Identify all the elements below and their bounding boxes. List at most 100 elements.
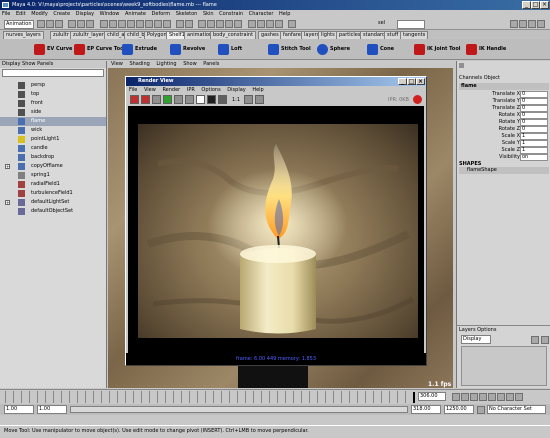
mask-render-icon[interactable] bbox=[154, 20, 162, 28]
menu-help[interactable]: Help bbox=[279, 11, 290, 17]
outliner-item-selected[interactable]: flame bbox=[0, 117, 106, 126]
outliner-item[interactable]: defaultObjectSet bbox=[0, 207, 106, 216]
toggle-channel-box-icon[interactable] bbox=[510, 20, 518, 28]
toggle-tool-settings-icon[interactable] bbox=[528, 20, 536, 28]
step-back-key-icon[interactable] bbox=[470, 393, 478, 401]
save-scene-icon[interactable] bbox=[55, 20, 63, 28]
render-region-icon[interactable] bbox=[141, 95, 150, 104]
keep-image-icon[interactable] bbox=[218, 95, 227, 104]
rv-menu-help[interactable]: Help bbox=[252, 87, 263, 93]
outliner-item[interactable]: persp bbox=[0, 81, 106, 90]
channel-name[interactable]: Rotate Y bbox=[499, 119, 520, 126]
menu-character[interactable]: Character bbox=[249, 11, 274, 17]
object-menu[interactable]: Object bbox=[484, 75, 500, 81]
remove-image-icon[interactable] bbox=[244, 95, 253, 104]
open-scene-icon[interactable] bbox=[46, 20, 54, 28]
outliner-item[interactable]: spring1 bbox=[0, 171, 106, 180]
channel-value-field[interactable]: 0 bbox=[520, 126, 548, 133]
rgb-channels-icon[interactable] bbox=[185, 95, 194, 104]
shelf-tab[interactable]: lights bbox=[318, 31, 338, 39]
outliner-item[interactable]: candle bbox=[0, 144, 106, 153]
play-forwards-icon[interactable] bbox=[488, 393, 496, 401]
outliner-menu-display[interactable]: Display bbox=[2, 61, 20, 67]
menu-window[interactable]: Window bbox=[100, 11, 120, 17]
render-canvas[interactable] bbox=[128, 106, 424, 353]
channel-value-field[interactable]: 1 bbox=[520, 133, 548, 140]
layer-mode-select[interactable]: Display bbox=[461, 335, 491, 344]
new-layer-selected-icon[interactable] bbox=[541, 336, 549, 344]
channel-value-field[interactable]: 1 bbox=[520, 140, 548, 147]
channel-name[interactable]: Rotate X bbox=[499, 112, 520, 119]
rv-menu-view[interactable]: View bbox=[144, 87, 156, 93]
start-time-field[interactable]: 1.00 bbox=[4, 405, 34, 414]
minimize-button[interactable]: _ bbox=[522, 1, 531, 9]
rv-menu-file[interactable]: File bbox=[129, 87, 137, 93]
input-line-icon[interactable] bbox=[288, 20, 296, 28]
redo-render-icon[interactable] bbox=[130, 95, 139, 104]
play-backwards-icon[interactable] bbox=[479, 393, 487, 401]
channel-value-field[interactable]: 0 bbox=[520, 105, 548, 112]
current-time-field[interactable]: 306.00 bbox=[418, 392, 446, 401]
menu-file[interactable]: File bbox=[2, 11, 10, 17]
outliner-item[interactable]: + copyOfflame bbox=[0, 162, 106, 171]
select-object-icon[interactable] bbox=[77, 20, 85, 28]
viewport-menu-panels[interactable]: Panels bbox=[203, 61, 219, 67]
quick-select-field[interactable] bbox=[397, 20, 425, 29]
outliner-menu-show[interactable]: Show bbox=[22, 61, 36, 67]
layer-options-menu[interactable]: Options bbox=[477, 327, 496, 333]
menu-mode-select[interactable]: Animation bbox=[4, 20, 34, 29]
alpha-channel-icon[interactable] bbox=[196, 95, 205, 104]
rv-maximize-button[interactable]: □ bbox=[407, 78, 416, 85]
viewport-menu-shading[interactable]: Shading bbox=[129, 61, 149, 67]
channel-value-field[interactable]: 0 bbox=[520, 119, 548, 126]
expand-icon[interactable]: + bbox=[5, 200, 10, 205]
layer-list[interactable] bbox=[461, 346, 547, 386]
rv-close-button[interactable]: × bbox=[416, 78, 425, 85]
step-back-icon[interactable] bbox=[461, 393, 469, 401]
outliner-item[interactable]: pointLight1 bbox=[0, 135, 106, 144]
ik-handle-button[interactable]: IK Handle bbox=[466, 42, 506, 56]
snap-curve-icon[interactable] bbox=[207, 20, 215, 28]
history-icon[interactable] bbox=[248, 20, 256, 28]
go-to-start-icon[interactable] bbox=[452, 393, 460, 401]
stitch-tool-button[interactable]: Stitch Tool bbox=[268, 42, 311, 56]
loft-button[interactable]: Loft bbox=[218, 42, 242, 56]
step-forward-key-icon[interactable] bbox=[497, 393, 505, 401]
shelf-tab[interactable]: nurves_layers bbox=[3, 31, 44, 39]
channel-value-field[interactable]: 1 bbox=[520, 147, 548, 154]
menu-deform[interactable]: Deform bbox=[152, 11, 171, 17]
outliner-item[interactable]: backdrop bbox=[0, 153, 106, 162]
snapshot-icon[interactable] bbox=[152, 95, 161, 104]
stop-render-icon[interactable] bbox=[413, 95, 422, 104]
mask-dynamic-icon[interactable] bbox=[145, 20, 153, 28]
render-globals-icon[interactable] bbox=[275, 20, 283, 28]
toggle-attr-editor-icon[interactable] bbox=[519, 20, 527, 28]
channel-name[interactable]: Translate Z bbox=[492, 105, 520, 112]
lock-selection-icon[interactable] bbox=[176, 20, 184, 28]
shelf-tab[interactable]: body_constraint bbox=[210, 31, 257, 39]
channel-value-field[interactable]: 0 bbox=[520, 91, 548, 98]
viewport-menu-view[interactable]: View bbox=[111, 61, 123, 67]
ipr-render-icon[interactable] bbox=[266, 20, 274, 28]
panel-collapse-icon[interactable] bbox=[459, 63, 464, 68]
shelf-tab[interactable]: zulultr bbox=[50, 31, 72, 39]
range-start-field[interactable]: 1.00 bbox=[37, 405, 67, 414]
ipr-icon[interactable] bbox=[163, 95, 172, 104]
outliner-filter-field[interactable] bbox=[2, 69, 104, 77]
channel-name[interactable]: Scale X bbox=[502, 133, 520, 140]
shelf-tab[interactable]: stuff bbox=[384, 31, 402, 39]
outliner-item[interactable]: side bbox=[0, 108, 106, 117]
rv-minimize-button[interactable]: _ bbox=[398, 78, 407, 85]
menu-create[interactable]: Create bbox=[53, 11, 70, 17]
menu-edit[interactable]: Edit bbox=[16, 11, 26, 17]
shelf-tab[interactable]: gashes bbox=[258, 31, 282, 39]
channel-name[interactable]: Translate X bbox=[492, 91, 520, 98]
rv-menu-display[interactable]: Display bbox=[227, 87, 245, 93]
extrude-button[interactable]: Extrude bbox=[122, 42, 157, 56]
channels-menu[interactable]: Channels bbox=[459, 75, 482, 81]
snap-point-icon[interactable] bbox=[216, 20, 224, 28]
image-storage-icon[interactable] bbox=[255, 95, 264, 104]
shape-node-name[interactable]: flameShape bbox=[459, 167, 549, 174]
character-set-select[interactable]: No Character Set bbox=[487, 405, 546, 414]
viewport-menu-lighting[interactable]: Lighting bbox=[156, 61, 176, 67]
